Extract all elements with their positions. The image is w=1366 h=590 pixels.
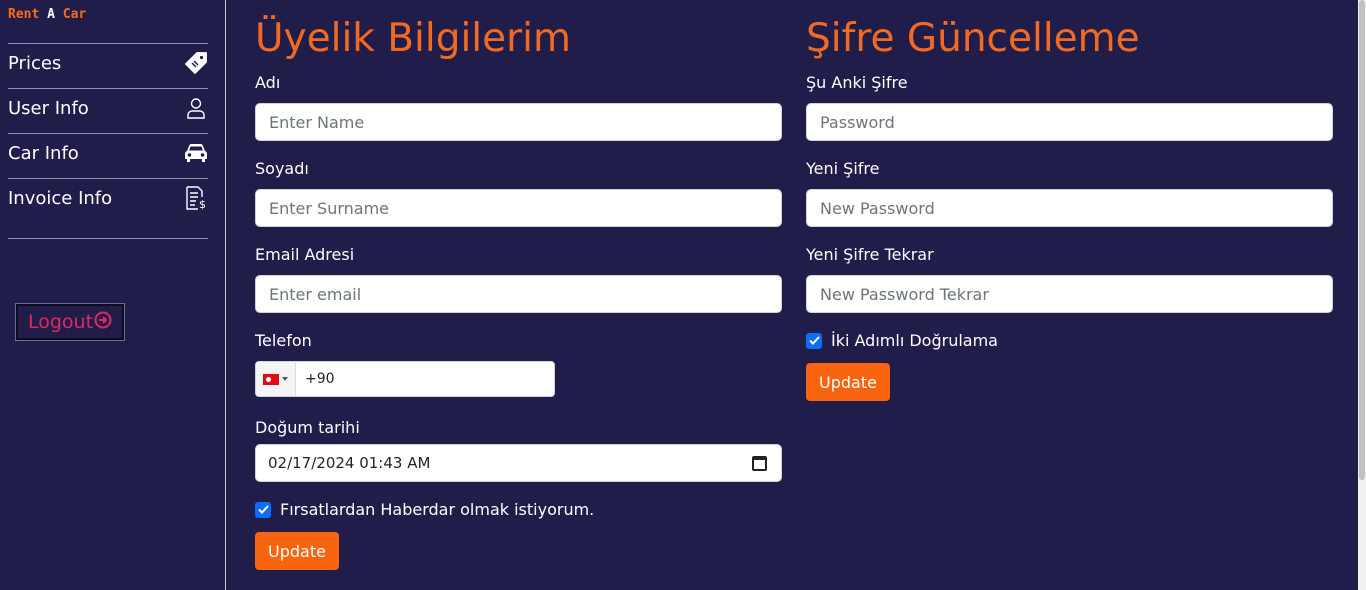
sidebar-item-label: Car Info: [8, 142, 79, 164]
birthdate-value: 02/17/2024 01:43 AM: [268, 454, 431, 472]
current-password-input[interactable]: Password: [806, 103, 1333, 141]
brand-part-rent: Rent: [8, 7, 40, 22]
two-factor-label: İki Adımlı Doğrulama: [831, 331, 998, 350]
offers-checkbox[interactable]: [255, 501, 271, 518]
sidebar-item-invoice-info[interactable]: Invoice Info $: [8, 178, 208, 223]
user-icon: [184, 96, 208, 120]
surname-label: Soyadı: [255, 159, 309, 178]
surname-input[interactable]: Enter Surname: [255, 189, 782, 227]
logout-icon: [94, 311, 112, 334]
repeat-password-label: Yeni Şifre Tekrar: [806, 245, 934, 264]
invoice-icon: $: [184, 186, 208, 210]
current-password-label: Şu Anki Şifre: [806, 73, 908, 92]
price-tag-icon: [184, 51, 208, 75]
phone-value: +90: [305, 371, 335, 387]
offers-option[interactable]: Fırsatlardan Haberdar olmak istiyorum.: [255, 500, 594, 519]
password-title: Şifre Güncelleme: [806, 16, 1140, 61]
phone-label: Telefon: [255, 331, 312, 350]
repeat-password-input[interactable]: New Password Tekrar: [806, 275, 1333, 313]
name-input[interactable]: Enter Name: [255, 103, 782, 141]
new-password-label: Yeni Şifre: [806, 159, 880, 178]
email-input[interactable]: Enter email: [255, 275, 782, 313]
car-icon: [184, 141, 208, 165]
scrollbar-thumb[interactable]: [1359, 0, 1365, 480]
sidebar-item-user-info[interactable]: User Info: [8, 88, 208, 133]
sidebar-item-label: Invoice Info: [8, 187, 113, 209]
sidebar-item-label: User Info: [8, 97, 89, 119]
password-form: Şifre Güncelleme Şu Anki Şifre Password …: [806, 0, 1333, 401]
two-factor-option[interactable]: İki Adımlı Doğrulama: [806, 331, 998, 350]
profile-title: Üyelik Bilgilerim: [255, 16, 571, 61]
sidebar-item-car-info[interactable]: Car Info: [8, 133, 208, 178]
profile-update-button[interactable]: Update: [255, 532, 339, 570]
logout-label: Logout: [27, 311, 94, 333]
scrollbar-track[interactable]: [1358, 0, 1366, 590]
sidebar: Rent A Car Prices User Info Car Info Inv…: [0, 0, 226, 590]
brand-part-a: A: [47, 7, 55, 22]
new-password-input[interactable]: New Password: [806, 189, 1333, 227]
brand-logo[interactable]: Rent A Car: [8, 7, 86, 22]
offers-label: Fırsatlardan Haberdar olmak istiyorum.: [280, 500, 595, 519]
sidebar-nav: Prices User Info Car Info Invoice Info $: [8, 43, 208, 239]
sidebar-item-prices[interactable]: Prices: [8, 43, 208, 88]
birth-label: Doğum tarihi: [255, 418, 360, 437]
turkey-flag-icon: [263, 373, 279, 385]
phone-input[interactable]: +90: [255, 361, 555, 397]
svg-text:$: $: [199, 198, 206, 210]
brand-part-car: Car: [62, 7, 87, 22]
profile-form: Üyelik Bilgilerim Adı Enter Name Soyadı …: [255, 0, 782, 570]
country-selector[interactable]: [256, 362, 296, 396]
two-factor-checkbox[interactable]: [806, 332, 822, 349]
email-label: Email Adresi: [255, 245, 355, 264]
sidebar-divider: [8, 238, 208, 239]
name-label: Adı: [255, 73, 281, 92]
birthdate-input[interactable]: 02/17/2024 01:43 AM: [255, 444, 782, 482]
logout-button[interactable]: Logout: [15, 303, 125, 341]
password-update-button[interactable]: Update: [806, 363, 890, 401]
caret-down-icon: [282, 377, 288, 381]
sidebar-item-label: Prices: [8, 52, 62, 74]
calendar-icon[interactable]: [752, 456, 767, 471]
